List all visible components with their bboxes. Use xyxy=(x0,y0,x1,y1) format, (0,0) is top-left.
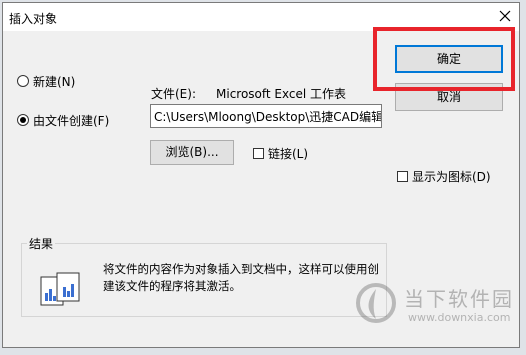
watermark-url: www.downxia.com xyxy=(408,311,511,324)
result-label: 结果 xyxy=(27,235,56,252)
display-as-icon-checkbox[interactable] xyxy=(397,171,408,182)
file-label: 文件(E): xyxy=(151,87,196,101)
watermark: 当下软件园 www.downxia.com xyxy=(354,277,514,337)
close-icon[interactable] xyxy=(497,8,513,24)
browse-button[interactable]: 浏览(B)... xyxy=(150,140,234,165)
create-new-label[interactable]: 新建(N) xyxy=(33,73,75,90)
dialog-title: 插入对象 xyxy=(9,12,58,26)
file-type: Microsoft Excel 工作表 xyxy=(216,87,347,101)
watermark-logo xyxy=(356,283,396,323)
link-checkbox[interactable] xyxy=(253,148,264,159)
file-path-field[interactable]: C:\Users\Mloong\Desktop\迅捷CAD编辑 xyxy=(150,104,382,128)
watermark-brand: 当下软件园 xyxy=(404,287,514,311)
create-from-file-label[interactable]: 由文件创建(F) xyxy=(33,112,109,129)
result-description: 将文件的内容作为对象插入到文档中，这样可以使用创建该文件的程序将其激活。 xyxy=(103,262,379,293)
create-new-radio[interactable] xyxy=(17,75,29,87)
link-label[interactable]: 链接(L) xyxy=(268,145,308,162)
display-as-icon-label[interactable]: 显示为图标(D) xyxy=(412,168,491,185)
create-from-file-radio[interactable] xyxy=(17,114,29,126)
document-icon xyxy=(40,272,80,306)
highlight-box xyxy=(373,27,515,91)
